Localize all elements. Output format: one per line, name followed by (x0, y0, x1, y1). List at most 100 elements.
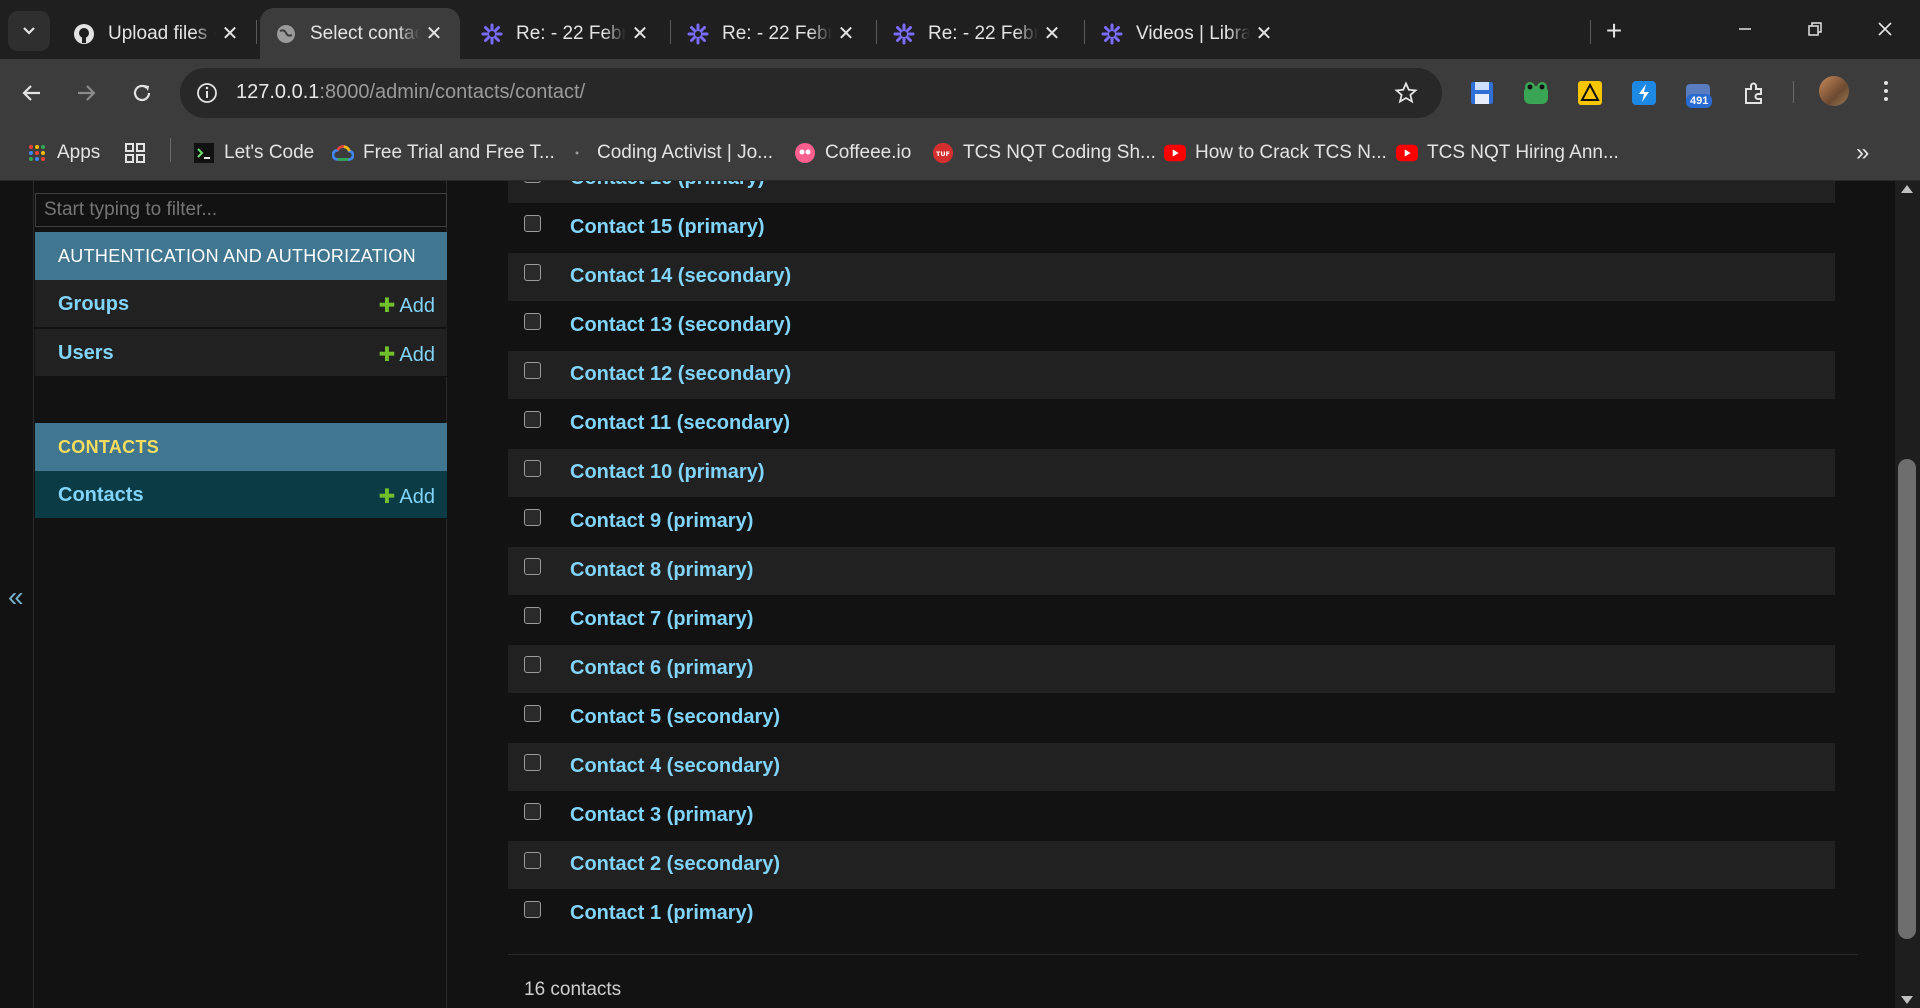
row-checkbox[interactable] (524, 411, 541, 428)
model-link-contacts[interactable]: Contacts (58, 484, 144, 507)
url-path: :8000/admin/contacts/contact/ (319, 81, 586, 103)
contact-link[interactable]: Contact 9 (primary) (570, 510, 753, 533)
row-checkbox[interactable] (524, 181, 541, 183)
add-groups-link[interactable]: ✚ Add (379, 293, 435, 318)
tab-re-february-1[interactable]: Re: - 22 February 2024 ✕ (466, 8, 666, 59)
close-icon[interactable]: ✕ (216, 20, 244, 48)
warning-extension-icon[interactable] (1576, 79, 1604, 107)
contact-link[interactable]: Contact 15 (primary) (570, 216, 765, 239)
extensions-puzzle-icon[interactable] (1740, 79, 1768, 107)
model-link-groups[interactable]: Groups (58, 293, 129, 316)
tab-re-february-2[interactable]: Re: - 22 February 2024 ✕ (672, 8, 872, 59)
close-icon[interactable]: ✕ (832, 20, 860, 48)
contact-link[interactable]: Contact 3 (primary) (570, 804, 753, 827)
close-window-button[interactable] (1862, 12, 1908, 46)
bookmark-apps[interactable]: Apps (26, 138, 100, 168)
tab-search-button[interactable] (8, 11, 50, 51)
forward-button[interactable] (66, 73, 106, 113)
module-caption-label: CONTACTS (58, 437, 160, 457)
apps-grid-icon (26, 142, 48, 164)
contact-link[interactable]: Contact 16 (primary) (570, 181, 765, 190)
address-bar[interactable]: 127.0.0.1:8000/admin/contacts/contact/ (180, 68, 1442, 118)
minimize-button[interactable] (1722, 12, 1768, 46)
bookmark-free-trial[interactable]: Free Trial and Free T... (332, 138, 555, 168)
save-extension-icon[interactable] (1468, 79, 1496, 107)
contact-link[interactable]: Contact 7 (primary) (570, 608, 753, 631)
tuf-icon: TUF (932, 142, 954, 164)
bookmark-tcs-nqt-hiring[interactable]: TCS NQT Hiring Ann... (1396, 138, 1619, 168)
contact-link[interactable]: Contact 1 (primary) (570, 902, 753, 925)
lightning-extension-icon[interactable] (1630, 79, 1658, 107)
frog-extension-icon[interactable] (1522, 79, 1550, 107)
module-caption-contacts[interactable]: CONTACTS (35, 423, 447, 471)
minimize-icon (1739, 28, 1751, 30)
reload-button[interactable] (122, 73, 162, 113)
bookmarks-overflow-button[interactable]: » (1856, 138, 1869, 168)
profile-avatar[interactable] (1819, 76, 1849, 106)
nav-sidebar-toggle[interactable]: « (0, 181, 34, 1008)
bookmark-star-icon[interactable] (1392, 79, 1420, 107)
nav-filter-input[interactable] (35, 193, 447, 227)
row-checkbox[interactable] (524, 460, 541, 477)
tab-select-contact[interactable]: Select contact to change ✕ (260, 8, 460, 59)
tab-upload-files[interactable]: Upload files · Prakhar ✕ (58, 8, 256, 59)
bookmark-coffeee[interactable]: Coffeee.io (794, 138, 911, 168)
browser-toolbar: 127.0.0.1:8000/admin/contacts/contact/ 4… (0, 59, 1920, 125)
row-checkbox[interactable] (524, 852, 541, 869)
sidebar-item-groups: Groups ✚ Add (35, 280, 447, 328)
contact-link[interactable]: Contact 6 (primary) (570, 657, 753, 680)
row-checkbox[interactable] (524, 264, 541, 281)
github-icon (72, 22, 96, 46)
bookmark-lets-code[interactable]: Let's Code (193, 138, 314, 168)
url-text[interactable]: 127.0.0.1:8000/admin/contacts/contact/ (236, 81, 585, 104)
scrollbar-thumb[interactable] (1898, 459, 1916, 939)
page-scrollbar[interactable] (1895, 181, 1920, 1008)
contact-link[interactable]: Contact 5 (secondary) (570, 706, 780, 729)
restore-button[interactable] (1792, 12, 1838, 46)
row-checkbox[interactable] (524, 901, 541, 918)
tab-re-february-3[interactable]: Re: - 22 February 2024 ✕ (878, 8, 1078, 59)
contact-link[interactable]: Contact 4 (secondary) (570, 755, 780, 778)
site-info-icon[interactable] (192, 78, 222, 108)
row-checkbox[interactable] (524, 656, 541, 673)
add-label: Add (399, 486, 435, 508)
add-contacts-link[interactable]: ✚ Add (379, 484, 435, 509)
scroll-up-arrow-icon[interactable] (1901, 185, 1913, 193)
result-count: 16 contacts (524, 979, 622, 1000)
tab-loom-videos[interactable]: Videos | Library | Loom ✕ (1086, 8, 1290, 59)
table-row: Contact 4 (secondary) (508, 743, 1835, 792)
close-icon[interactable]: ✕ (420, 20, 448, 48)
contact-link[interactable]: Contact 14 (secondary) (570, 265, 791, 288)
row-checkbox[interactable] (524, 803, 541, 820)
back-button[interactable] (12, 73, 52, 113)
bookmark-how-to-crack[interactable]: How to Crack TCS N... (1164, 138, 1387, 168)
add-users-link[interactable]: ✚ Add (379, 342, 435, 367)
contact-link[interactable]: Contact 2 (secondary) (570, 853, 780, 876)
bookmark-tab-groups[interactable] (124, 138, 155, 168)
row-checkbox[interactable] (524, 215, 541, 232)
contact-link[interactable]: Contact 10 (primary) (570, 461, 765, 484)
model-link-users[interactable]: Users (58, 342, 114, 365)
row-checkbox[interactable] (524, 558, 541, 575)
module-caption-auth[interactable]: AUTHENTICATION AND AUTHORIZATION (35, 232, 447, 280)
close-icon[interactable]: ✕ (1250, 20, 1278, 48)
contact-link[interactable]: Contact 11 (secondary) (570, 412, 790, 435)
contact-link[interactable]: Contact 8 (primary) (570, 559, 753, 582)
bookmarks-bar: Apps Let's Code Free Trial and Free T...… (0, 125, 1920, 181)
close-icon[interactable]: ✕ (1038, 20, 1066, 48)
row-checkbox[interactable] (524, 362, 541, 379)
close-icon[interactable]: ✕ (626, 20, 654, 48)
table-row: Contact 6 (primary) (508, 645, 1835, 694)
new-tab-button[interactable]: + (1596, 15, 1632, 47)
row-checkbox[interactable] (524, 754, 541, 771)
bookmark-coding-activist[interactable]: Coding Activist | Jo... (566, 138, 773, 168)
browser-menu-icon[interactable] (1874, 76, 1898, 106)
row-checkbox[interactable] (524, 313, 541, 330)
row-checkbox[interactable] (524, 607, 541, 624)
bookmark-tcs-nqt-coding[interactable]: TUF TCS NQT Coding Sh... (932, 138, 1156, 168)
scroll-down-arrow-icon[interactable] (1901, 996, 1913, 1004)
row-checkbox[interactable] (524, 705, 541, 722)
row-checkbox[interactable] (524, 509, 541, 526)
contact-link[interactable]: Contact 12 (secondary) (570, 363, 791, 386)
contact-link[interactable]: Contact 13 (secondary) (570, 314, 791, 337)
